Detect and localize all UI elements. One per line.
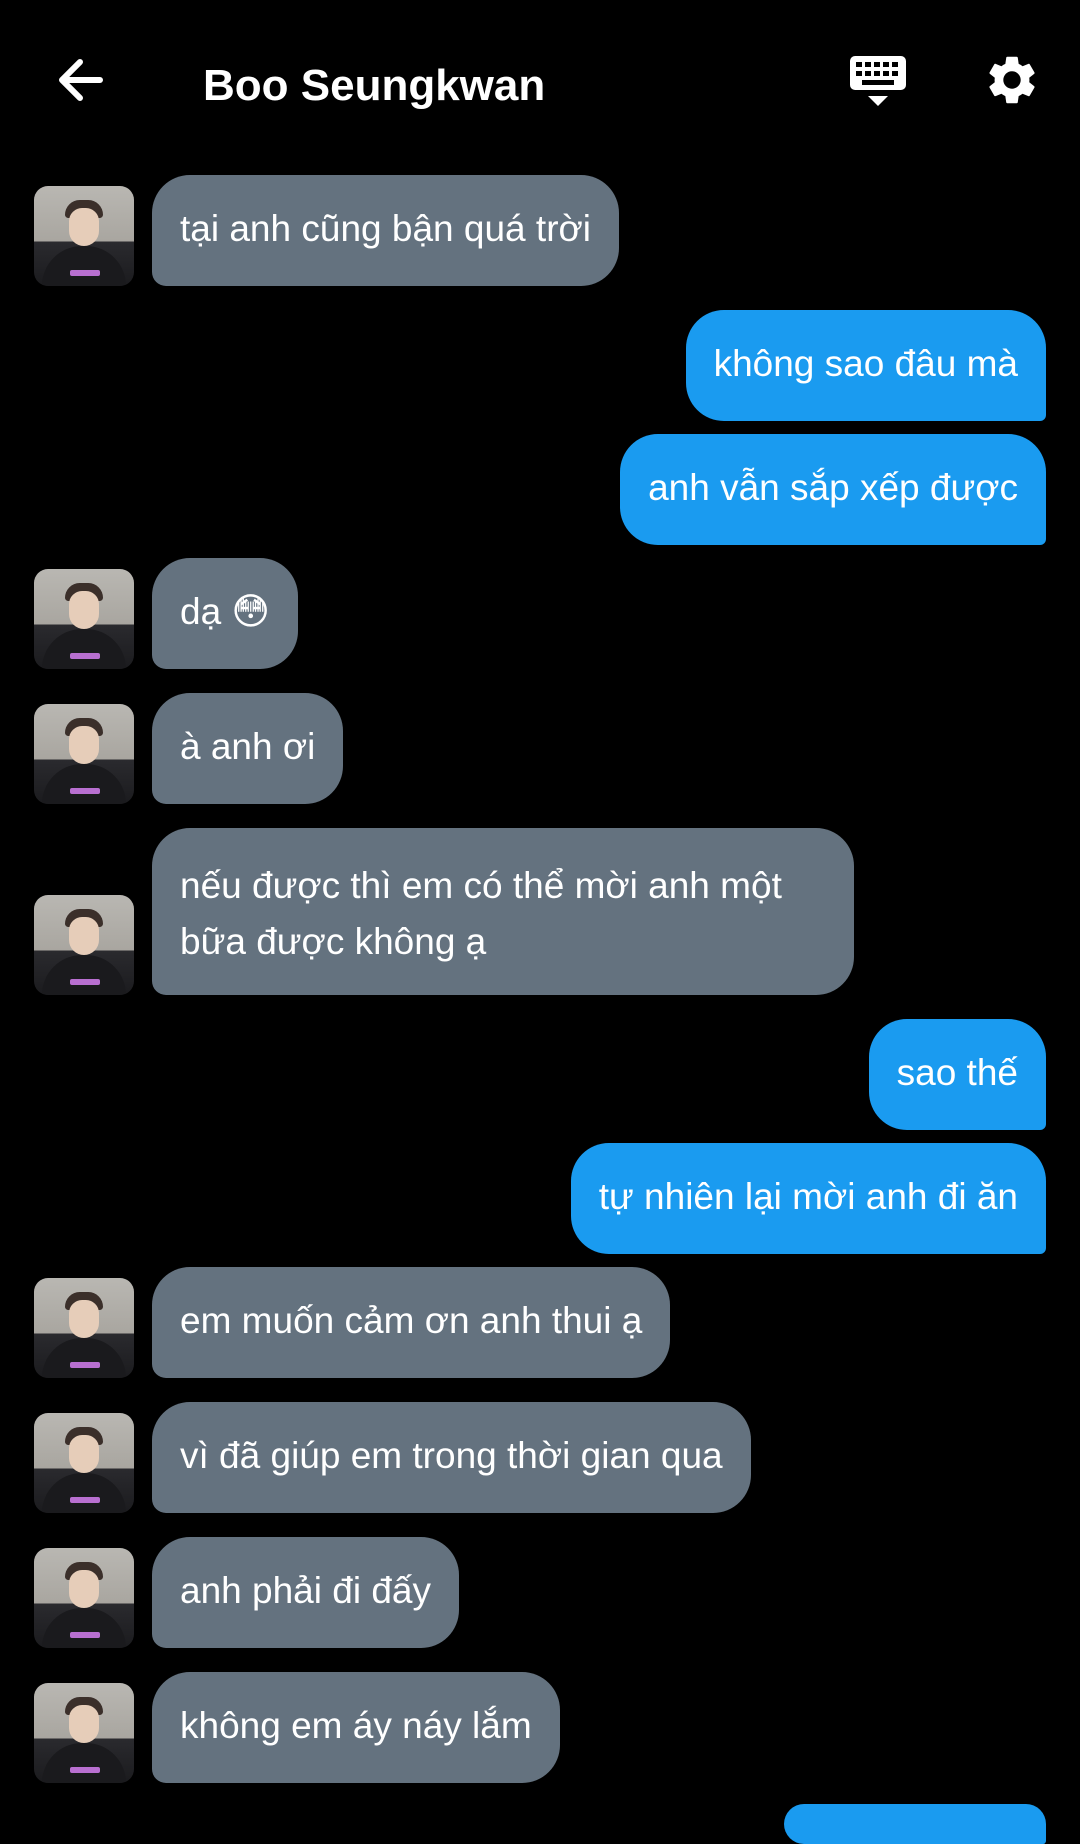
received-message-bubble[interactable]: à anh ơi	[152, 693, 344, 804]
received-message-bubble[interactable]: tại anh cũng bận quá trời	[152, 175, 619, 286]
sent-message-bubble[interactable]: anh vẫn sắp xếp được	[620, 434, 1046, 545]
avatar[interactable]	[34, 704, 134, 804]
avatar[interactable]	[34, 186, 134, 286]
avatar[interactable]	[34, 1683, 134, 1783]
received-message-bubble[interactable]: em muốn cảm ơn anh thui ạ	[152, 1267, 671, 1378]
avatar[interactable]	[34, 1548, 134, 1648]
sent-message-bubble[interactable]: không sao đâu mà	[685, 310, 1046, 421]
avatar[interactable]	[34, 1413, 134, 1513]
received-message-bubble[interactable]: vì đã giúp em trong thời gian qua	[152, 1402, 751, 1513]
received-message-bubble[interactable]: không em áy náy lắm	[152, 1672, 560, 1783]
sent-message-bubble-partial[interactable]	[784, 1804, 1046, 1844]
avatar[interactable]	[34, 1278, 134, 1378]
sent-message-bubble[interactable]: sao thế	[868, 1019, 1046, 1130]
received-message-bubble[interactable]: dạ 😳	[152, 558, 299, 669]
sent-message-bubble[interactable]: tự nhiên lại mời anh đi ăn	[570, 1143, 1046, 1254]
avatar[interactable]	[34, 895, 134, 995]
avatar[interactable]	[34, 569, 134, 669]
received-message-bubble[interactable]: nếu được thì em có thể mời anh một bữa đ…	[152, 828, 854, 995]
message-list[interactable]: tại anh cũng bận quá trời không sao đâu …	[0, 0, 1080, 1844]
received-message-bubble[interactable]: anh phải đi đấy	[152, 1537, 459, 1648]
